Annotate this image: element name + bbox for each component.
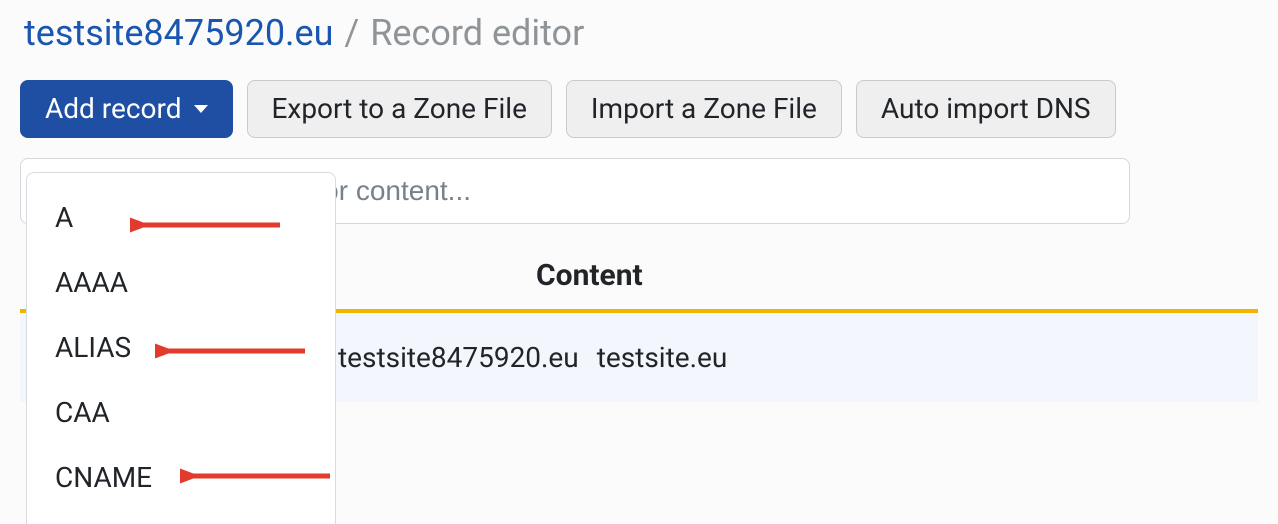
dropdown-item-a[interactable]: A xyxy=(27,185,335,250)
auto-import-dns-button[interactable]: Auto import DNS xyxy=(856,80,1116,138)
import-zone-button[interactable]: Import a Zone File xyxy=(566,80,842,138)
breadcrumb-page-label: Record editor xyxy=(370,12,584,54)
export-zone-button[interactable]: Export to a Zone File xyxy=(247,80,552,138)
caret-down-icon xyxy=(194,105,208,113)
dropdown-item-caa[interactable]: CAA xyxy=(27,380,335,445)
page-root: testsite8475920.eu / Record editor Add r… xyxy=(0,0,1278,524)
column-header-content: Content xyxy=(536,258,643,293)
breadcrumb: testsite8475920.eu / Record editor xyxy=(20,12,1258,54)
breadcrumb-separator: / xyxy=(342,12,361,54)
add-record-button[interactable]: Add record xyxy=(20,80,233,138)
row-content: testsite.eu xyxy=(597,341,728,374)
toolbar: Add record Export to a Zone File Import … xyxy=(20,80,1258,138)
breadcrumb-domain-link[interactable]: testsite8475920.eu xyxy=(24,12,333,54)
row-name: testsite8475920.eu xyxy=(338,341,579,374)
dropdown-item-alias[interactable]: ALIAS xyxy=(27,315,335,380)
add-record-label: Add record xyxy=(45,95,182,123)
dropdown-item-aaaa[interactable]: AAAA xyxy=(27,250,335,315)
dropdown-item-cname[interactable]: CNAME xyxy=(27,445,335,510)
add-record-dropdown: A AAAA ALIAS CAA CNAME xyxy=(26,172,336,524)
